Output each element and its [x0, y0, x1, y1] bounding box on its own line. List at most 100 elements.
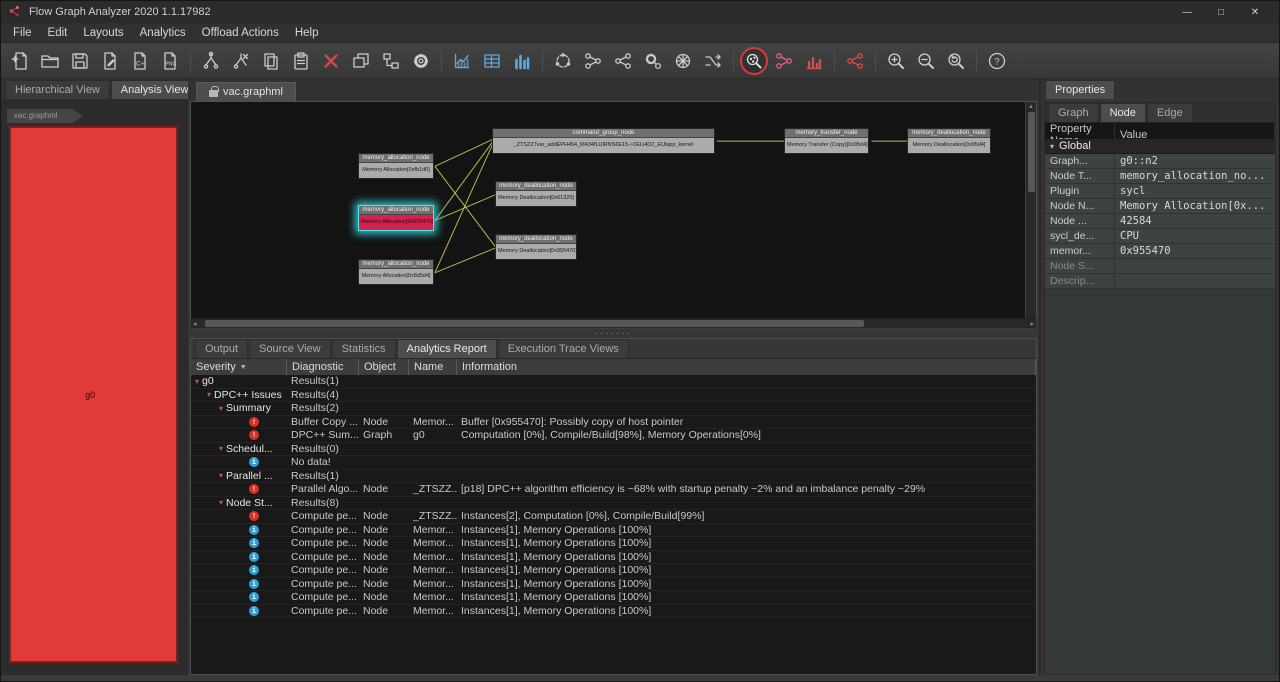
- scroll-up-icon[interactable]: ▴: [1029, 102, 1033, 110]
- tab-node[interactable]: Node: [1100, 103, 1146, 122]
- cascade-windows-icon[interactable]: [377, 47, 405, 75]
- report-row[interactable]: iNo data!: [191, 456, 1036, 470]
- menu-layouts[interactable]: Layouts: [75, 25, 131, 41]
- collapse-branch-icon[interactable]: [227, 47, 255, 75]
- group-expander-icon[interactable]: ▾: [1050, 142, 1054, 151]
- column-header-information[interactable]: Information: [457, 359, 1036, 375]
- zoom-out-icon[interactable]: [912, 47, 940, 75]
- property-row[interactable]: Node S...: [1045, 259, 1275, 274]
- settings-gear-icon[interactable]: [407, 47, 435, 75]
- report-row[interactable]: ▾Parallel ...Results(1): [191, 470, 1036, 484]
- column-header-severity[interactable]: Severity▼: [191, 359, 287, 375]
- export-png-icon[interactable]: PNG: [156, 47, 184, 75]
- tree-expander-icon[interactable]: ▾: [195, 377, 199, 386]
- report-row[interactable]: ▾g0Results(1): [191, 375, 1036, 389]
- menu-edit[interactable]: Edit: [40, 25, 76, 41]
- minimap-document-chip[interactable]: vac.graphml: [7, 109, 83, 123]
- statistics-bars-icon[interactable]: [508, 47, 536, 75]
- report-row[interactable]: !Parallel Algo...Node_ZTSZZ...[p18] DPC+…: [191, 483, 1036, 497]
- panel-splitter[interactable]: ·······: [188, 329, 1039, 338]
- delete-icon[interactable]: [317, 47, 345, 75]
- tree-layout-icon[interactable]: [609, 47, 637, 75]
- report-row[interactable]: !DPC++ Sum...Graphg0Computation [0%], Co…: [191, 429, 1036, 443]
- property-row[interactable]: Node ...42584: [1045, 214, 1275, 229]
- report-row[interactable]: iCompute pe...NodeMemor...Instances[1], …: [191, 537, 1036, 551]
- report-row[interactable]: ▾Node St...Results(8): [191, 497, 1036, 511]
- hotspots-bars-icon[interactable]: [800, 47, 828, 75]
- help-icon[interactable]: ?: [983, 47, 1011, 75]
- property-row[interactable]: Node N...Memory Allocation[0x...: [1045, 199, 1275, 214]
- tree-expander-icon[interactable]: ▾: [219, 404, 223, 413]
- paste-icon[interactable]: [287, 47, 315, 75]
- scroll-right-icon[interactable]: ▸: [1030, 320, 1034, 328]
- graph-node-dealloc-a[interactable]: memory_deallocation_nodeMemory Deallocat…: [495, 181, 577, 207]
- close-button[interactable]: ✕: [1238, 1, 1272, 23]
- export-cpp-icon[interactable]: C+: [126, 47, 154, 75]
- new-graph-icon[interactable]: [6, 47, 34, 75]
- report-row[interactable]: iCompute pe...NodeMemor...Instances[1], …: [191, 551, 1036, 565]
- report-row[interactable]: iCompute pe...NodeMemor...Instances[1], …: [191, 564, 1036, 578]
- scroll-left-icon[interactable]: ◂: [193, 320, 197, 328]
- graph-node-alloc-a[interactable]: memory_allocation_nodeMemory Allocation[…: [358, 153, 434, 179]
- tab-hierarchical-view[interactable]: Hierarchical View: [5, 80, 110, 99]
- tree-expander-icon[interactable]: ▾: [219, 471, 223, 480]
- sort-filter-icon[interactable]: ▼: [240, 364, 247, 371]
- graph-node-command[interactable]: command_group_node_ZTSZZ7var_addEPH454_M…: [492, 128, 715, 154]
- circular-layout-icon[interactable]: [549, 47, 577, 75]
- report-row[interactable]: iCompute pe...NodeMemor...Instances[1], …: [191, 578, 1036, 592]
- property-row[interactable]: Node T...memory_allocation_no...: [1045, 169, 1275, 184]
- tab-output[interactable]: Output: [195, 339, 248, 358]
- vertical-scroll-thumb[interactable]: [1028, 112, 1035, 192]
- tab-analytics-report[interactable]: Analytics Report: [397, 339, 497, 358]
- minimize-button[interactable]: —: [1170, 1, 1204, 23]
- tree-expander-icon[interactable]: ▾: [219, 498, 223, 507]
- menu-analytics[interactable]: Analytics: [132, 25, 194, 41]
- graph-node-transfer[interactable]: memory_transfer_nodeMemory Transfer (Cop…: [784, 128, 869, 154]
- column-header-object[interactable]: Object: [359, 359, 409, 375]
- zoom-in-icon[interactable]: [882, 47, 910, 75]
- graph-node-alloc-c[interactable]: memory_allocation_nodeMemory Allocation[…: [358, 259, 434, 285]
- tree-expander-icon[interactable]: ▾: [219, 444, 223, 453]
- tab-vac-graphml[interactable]: vac.graphml: [196, 82, 296, 101]
- column-header-name[interactable]: Name: [409, 359, 457, 375]
- web-layout-icon[interactable]: [669, 47, 697, 75]
- graph-node-dealloc-c[interactable]: memory_deallocation_nodeMemory Deallocat…: [907, 128, 991, 154]
- report-row[interactable]: ▾Schedul...Results(0): [191, 443, 1036, 457]
- data-table-icon[interactable]: [478, 47, 506, 75]
- critical-path-icon[interactable]: [740, 47, 768, 75]
- report-row[interactable]: iCompute pe...NodeMemor...Instances[1], …: [191, 591, 1036, 605]
- report-row[interactable]: !Compute pe...Node_ZTSZZ...Instances[2],…: [191, 510, 1036, 524]
- concurrency-graph-icon[interactable]: [841, 47, 869, 75]
- edit-export-icon[interactable]: [96, 47, 124, 75]
- overlap-windows-icon[interactable]: [347, 47, 375, 75]
- property-row[interactable]: Descrip...: [1045, 274, 1275, 289]
- canvas-vertical-scrollbar[interactable]: ▴: [1025, 102, 1036, 318]
- shuffle-layout-icon[interactable]: [699, 47, 727, 75]
- tab-graph[interactable]: Graph: [1048, 103, 1099, 122]
- maximize-button[interactable]: □: [1204, 1, 1238, 23]
- save-icon[interactable]: [66, 47, 94, 75]
- tree-expander-icon[interactable]: ▾: [207, 390, 211, 399]
- graph-node-alloc-b[interactable]: memory_allocation_nodeMemory Allocation[…: [358, 205, 434, 231]
- report-row[interactable]: !Buffer Copy ...NodeMemor...Buffer [0x95…: [191, 416, 1036, 430]
- graph-minimap[interactable]: g0: [9, 126, 178, 663]
- property-row[interactable]: Pluginsycl: [1045, 184, 1275, 199]
- layout-settings-icon[interactable]: [639, 47, 667, 75]
- report-row[interactable]: ▾SummaryResults(2): [191, 402, 1036, 416]
- report-row[interactable]: ▾DPC++ IssuesResults(4): [191, 389, 1036, 403]
- tab-properties[interactable]: Properties: [1045, 80, 1115, 99]
- report-row[interactable]: iCompute pe...NodeMemor...Instances[1], …: [191, 524, 1036, 538]
- graph-node-dealloc-b[interactable]: memory_deallocation_nodeMemory Deallocat…: [495, 234, 577, 260]
- copy-icon[interactable]: [257, 47, 285, 75]
- tab-execution-trace-views[interactable]: Execution Trace Views: [498, 339, 629, 358]
- spring-layout-icon[interactable]: [579, 47, 607, 75]
- report-row[interactable]: iCompute pe...NodeMemor...Instances[1], …: [191, 605, 1036, 619]
- property-row[interactable]: Graph...g0::n2: [1045, 154, 1275, 169]
- zoom-fit-icon[interactable]: [942, 47, 970, 75]
- trace-chart-icon[interactable]: [448, 47, 476, 75]
- column-header-diagnostic[interactable]: Diagnostic: [287, 359, 359, 375]
- open-file-icon[interactable]: [36, 47, 64, 75]
- property-row[interactable]: memor...0x955470: [1045, 244, 1275, 259]
- menu-offload-actions[interactable]: Offload Actions: [194, 25, 287, 41]
- horizontal-scroll-thumb[interactable]: [205, 320, 864, 327]
